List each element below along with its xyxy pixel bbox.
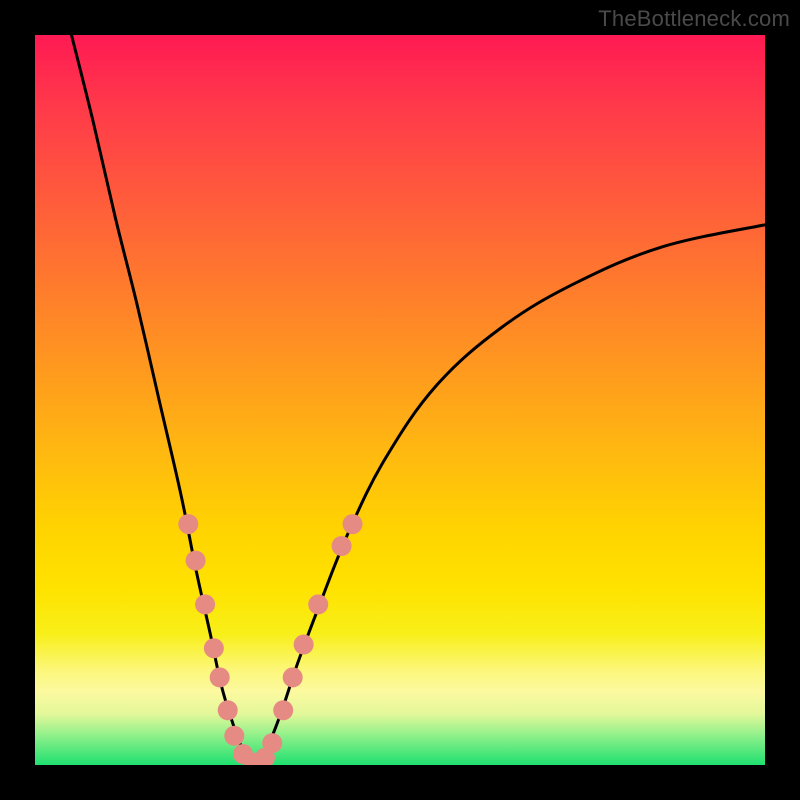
marker-0 xyxy=(178,514,198,534)
marker-16 xyxy=(343,514,363,534)
marker-5 xyxy=(218,700,238,720)
marker-12 xyxy=(283,667,303,687)
marker-14 xyxy=(308,594,328,614)
marker-10 xyxy=(262,733,282,753)
marker-4 xyxy=(210,667,230,687)
curve-group xyxy=(72,35,766,765)
marker-6 xyxy=(224,726,244,746)
chart-frame: TheBottleneck.com xyxy=(0,0,800,800)
marker-3 xyxy=(204,638,224,658)
marker-2 xyxy=(195,594,215,614)
marker-group xyxy=(178,514,362,765)
plot-area xyxy=(35,35,765,765)
watermark-text: TheBottleneck.com xyxy=(598,6,790,32)
marker-11 xyxy=(273,700,293,720)
marker-15 xyxy=(332,536,352,556)
chart-svg xyxy=(35,35,765,765)
marker-13 xyxy=(294,635,314,655)
curve-left-branch xyxy=(72,35,255,765)
curve-right-branch xyxy=(254,225,765,765)
marker-1 xyxy=(186,551,206,571)
